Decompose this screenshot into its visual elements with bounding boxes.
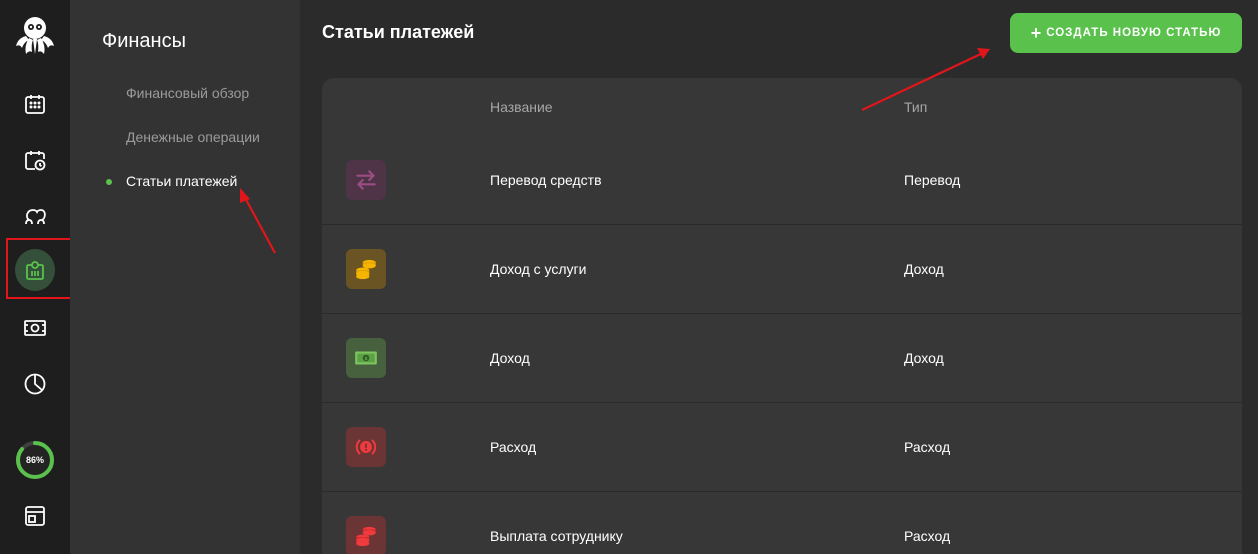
- column-header-type[interactable]: Тип: [904, 99, 927, 115]
- table-row[interactable]: $ Доход Доход: [322, 314, 1242, 403]
- row-type: Доход: [904, 350, 944, 366]
- app-window: 86% Финансы Финансовый обзор Денежные оп…: [0, 0, 1258, 554]
- row-name: Перевод средств: [490, 172, 602, 188]
- clients-icon[interactable]: [15, 196, 55, 236]
- subnav-item-money-operations[interactable]: Денежные операции: [126, 129, 260, 145]
- row-type: Расход: [904, 439, 951, 455]
- svg-text:$: $: [365, 356, 368, 362]
- annotation-highlight-box: [6, 238, 73, 299]
- active-indicator-dot: [106, 179, 112, 185]
- transfer-icon: [346, 160, 386, 200]
- row-name: Доход с услуги: [490, 261, 587, 277]
- table-row[interactable]: Перевод средств Перевод: [322, 136, 1242, 225]
- table-row[interactable]: Выплата сотруднику Расход: [322, 492, 1242, 554]
- subnav-item-payment-items[interactable]: Статьи платежей: [126, 173, 237, 189]
- row-name: Расход: [490, 439, 537, 455]
- cash-icon[interactable]: [15, 308, 55, 348]
- row-type: Доход: [904, 261, 944, 277]
- row-type: Перевод: [904, 172, 961, 188]
- banknote-icon: $: [346, 338, 386, 378]
- icon-rail: 86%: [0, 0, 73, 554]
- main-content: Статьи платежей + СОЗДАТЬ НОВУЮ СТАТЬЮ Н…: [300, 0, 1258, 554]
- subnav-item-financial-overview[interactable]: Финансовый обзор: [126, 85, 249, 101]
- coins-icon: [346, 249, 386, 289]
- row-type: Расход: [904, 528, 951, 544]
- row-name: Доход: [490, 350, 530, 366]
- calendar-clock-icon[interactable]: [15, 140, 55, 180]
- table-row[interactable]: Расход Расход: [322, 403, 1242, 492]
- pie-chart-icon[interactable]: [15, 364, 55, 404]
- octopus-logo-icon[interactable]: [12, 14, 58, 56]
- progress-label: 86%: [25, 455, 44, 465]
- create-new-item-button[interactable]: + СОЗДАТЬ НОВУЮ СТАТЬЮ: [1010, 13, 1242, 53]
- plus-icon: +: [1030, 23, 1043, 43]
- table-row[interactable]: Доход с услуги Доход: [322, 225, 1242, 314]
- column-header-name[interactable]: Название: [490, 99, 553, 115]
- alert-icon: [346, 427, 386, 467]
- window-icon[interactable]: [15, 496, 55, 536]
- payment-items-table: Название Тип Перевод средств Перевод Дох…: [322, 78, 1242, 554]
- coins-red-icon: [346, 516, 386, 554]
- finance-subnav: Финансы Финансовый обзор Денежные операц…: [70, 0, 300, 554]
- calendar-icon[interactable]: [15, 84, 55, 124]
- subnav-title: Финансы: [102, 30, 186, 52]
- page-title: Статьи платежей: [322, 22, 475, 42]
- row-name: Выплата сотруднику: [490, 528, 623, 544]
- create-button-label: СОЗДАТЬ НОВУЮ СТАТЬЮ: [1046, 27, 1222, 39]
